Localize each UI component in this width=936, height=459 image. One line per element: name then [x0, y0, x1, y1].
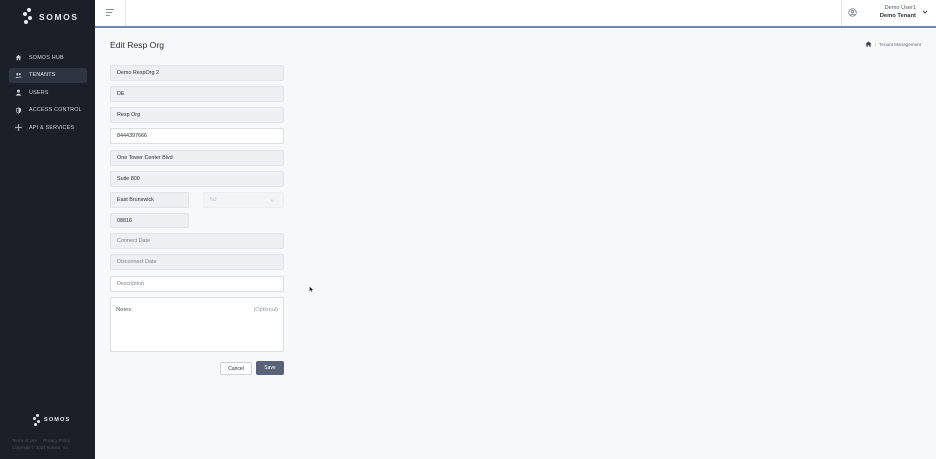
- address-line1-field[interactable]: One Tower Center Blvd: [110, 150, 284, 166]
- breadcrumb-separator: /: [874, 41, 877, 47]
- user-circle-icon: [848, 8, 857, 17]
- users-group-icon: [15, 72, 22, 79]
- breadcrumb: / Tenant Management: [865, 41, 921, 47]
- breadcrumb-item-tenant-management[interactable]: Tenant Management: [879, 42, 921, 47]
- sidebar-nav: SOMOS HUB TENANTS USERS ACCESS CONTROL A…: [9, 50, 87, 138]
- zip-field[interactable]: 08816: [110, 213, 189, 228]
- sidebar-item-access-control[interactable]: ACCESS CONTROL: [9, 103, 87, 118]
- state-select-value: NJ: [210, 197, 217, 203]
- chevron-down-icon: [270, 199, 275, 202]
- somos-logo-mark-icon: [33, 414, 41, 426]
- address-line2-field[interactable]: Suite 800: [110, 171, 284, 187]
- save-button[interactable]: Save: [256, 361, 284, 375]
- sidebar-item-label: ACCESS CONTROL: [29, 107, 82, 114]
- sidebar-item-tenants[interactable]: TENANTS: [9, 67, 87, 83]
- sidebar-item-label: TENANTS: [29, 72, 56, 79]
- city-field[interactable]: East Brunswick: [110, 192, 189, 208]
- notes-optional-hint: (Optional): [253, 307, 278, 313]
- disconnect-date-field[interactable]: Disconnect Date: [110, 254, 284, 270]
- home-icon: [15, 54, 22, 61]
- code-field[interactable]: DE: [110, 86, 284, 102]
- brand-name: SOMOS: [39, 12, 79, 22]
- footer-links: Terms of Use Privacy Policy Copyright © 2…: [12, 437, 76, 451]
- footer-logo: SOMOS: [33, 414, 70, 426]
- somos-logo[interactable]: SOMOS: [22, 8, 79, 26]
- home-icon[interactable]: [865, 41, 872, 47]
- mouse-cursor-icon: [309, 286, 314, 293]
- chevron-down-icon[interactable]: [922, 9, 928, 15]
- page-title: Edit Resp Org: [110, 40, 164, 50]
- user-menu[interactable]: Demo User1 Demo Tenant: [841, 0, 936, 26]
- copyright-text: Copyright © 2024 Somos, Inc.: [12, 445, 70, 450]
- menu-toggle-icon[interactable]: [106, 9, 114, 16]
- sidebar-item-label: USERS: [29, 89, 49, 96]
- top-bar: Demo User1 Demo Tenant: [95, 0, 936, 28]
- api-icon: [15, 124, 22, 132]
- tenant-name: Demo Tenant: [879, 13, 916, 19]
- sidebar-item-users[interactable]: USERS: [9, 85, 87, 100]
- connect-date-field[interactable]: Connect Date: [110, 233, 284, 249]
- user-icon: [15, 89, 22, 96]
- somos-logo-mark-icon: [22, 8, 35, 26]
- notes-label: Notes: [116, 307, 132, 313]
- divider: [125, 0, 126, 26]
- state-select[interactable]: NJ: [203, 192, 284, 208]
- type-field[interactable]: Resp Org: [110, 107, 284, 123]
- sidebar-item-api-services[interactable]: API & SERVICES: [9, 120, 87, 135]
- sidebar-item-label: SOMOS HUB: [29, 54, 64, 61]
- phone-field[interactable]: 8444397666: [110, 128, 284, 144]
- user-name: Demo User1: [884, 5, 916, 11]
- privacy-policy-link[interactable]: Privacy Policy: [43, 438, 70, 443]
- shield-icon: [15, 107, 22, 114]
- name-field[interactable]: Demo RespOrg 2: [110, 65, 284, 81]
- footer-brand-name: SOMOS: [44, 417, 71, 423]
- sidebar-item-label: API & SERVICES: [29, 124, 75, 131]
- sidebar-item-somos-hub[interactable]: SOMOS HUB: [9, 50, 87, 65]
- sidebar: SOMOS SOMOS HUB TENANTS USERS ACCESS CON…: [0, 0, 95, 459]
- description-field[interactable]: Description: [110, 276, 284, 292]
- notes-textarea[interactable]: Notes (Optional): [110, 297, 284, 352]
- cancel-button[interactable]: Cancel: [220, 362, 252, 375]
- terms-of-use-link[interactable]: Terms of Use: [12, 438, 37, 443]
